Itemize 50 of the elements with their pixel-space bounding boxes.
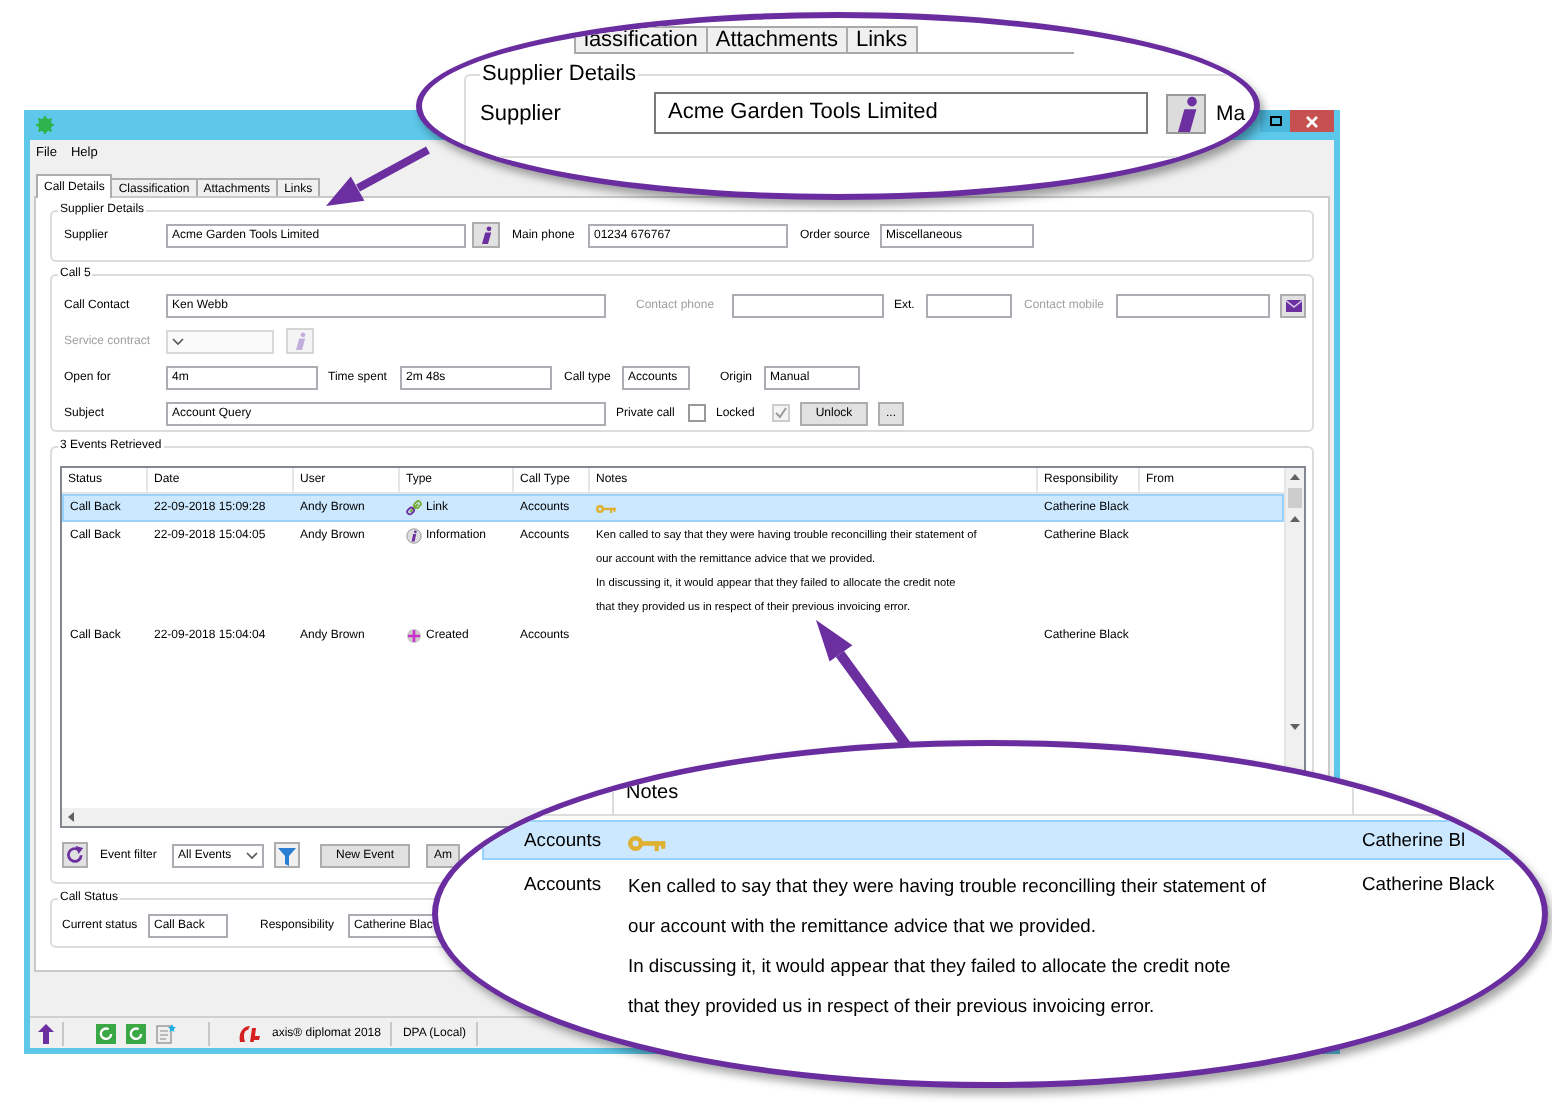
- text-field[interactable]: [732, 293, 884, 317]
- gear-icon: [36, 116, 54, 134]
- refresh-icon: [66, 846, 84, 864]
- close-icon: [1306, 115, 1318, 127]
- caret-icon: [172, 337, 184, 345]
- vertical-scrollbar[interactable]: [1286, 468, 1304, 736]
- info-icon: [292, 332, 308, 350]
- text-field[interactable]: [926, 293, 1012, 317]
- text-field[interactable]: [1116, 293, 1270, 317]
- scroll-up-icon: [1290, 474, 1300, 480]
- pointer-arrow: [326, 146, 430, 206]
- info-icon: [478, 226, 494, 244]
- check-icon: [774, 406, 788, 420]
- scrollbar-thumb[interactable]: [1288, 488, 1302, 508]
- filter-button[interactable]: [274, 842, 300, 868]
- table-cell: Catherine Black: [1362, 872, 1495, 894]
- notes-text: Ken called to say that they were having trouble reconcilling their statement of our account with the remittance advice that we provided. In discussing it, it would appear that they failed to allocate the credit note that they provided us in respect of their previous invoicing error.: [628, 872, 1266, 1020]
- tab[interactable]: Links: [846, 26, 918, 52]
- refresh-button[interactable]: [62, 842, 88, 868]
- plus-icon: [406, 628, 422, 644]
- link-icon: [406, 500, 422, 516]
- scroll-up-icon: [1290, 516, 1300, 522]
- info-button[interactable]: [472, 222, 500, 248]
- text-field[interactable]: Acme Garden Tools Limited: [654, 92, 1148, 134]
- checkbox[interactable]: [688, 404, 706, 422]
- document-icon: [156, 1023, 176, 1043]
- column-header[interactable]: Notes: [626, 774, 679, 814]
- field-label: Ma: [1216, 101, 1246, 125]
- group-title: Supplier Details: [480, 62, 639, 86]
- restore-button[interactable]: [1260, 110, 1290, 132]
- tab[interactable]: lassification: [574, 26, 708, 52]
- up-arrow-icon: [38, 1023, 54, 1043]
- refresh-icon: [96, 1023, 116, 1043]
- envelope-icon: [1285, 299, 1301, 311]
- funnel-icon: [278, 845, 296, 865]
- scroll-down-icon: [1290, 724, 1300, 730]
- logo-icon: [238, 1023, 262, 1043]
- email-button[interactable]: [1280, 293, 1306, 317]
- table-cell-text: Accounts: [524, 826, 602, 854]
- info-button[interactable]: [1166, 93, 1206, 133]
- tab[interactable]: Attachments: [705, 26, 848, 52]
- info-icon: [406, 528, 422, 544]
- table-cell-text: Accounts: [524, 870, 602, 898]
- restore-icon: [1269, 116, 1281, 126]
- caret-icon: [246, 851, 258, 859]
- close-button[interactable]: [1290, 110, 1334, 132]
- scroll-left-icon: [68, 812, 74, 822]
- field-label: Supplier: [480, 101, 563, 125]
- refresh-icon: [126, 1023, 146, 1043]
- table-cell: Catherine Bl: [1362, 828, 1466, 850]
